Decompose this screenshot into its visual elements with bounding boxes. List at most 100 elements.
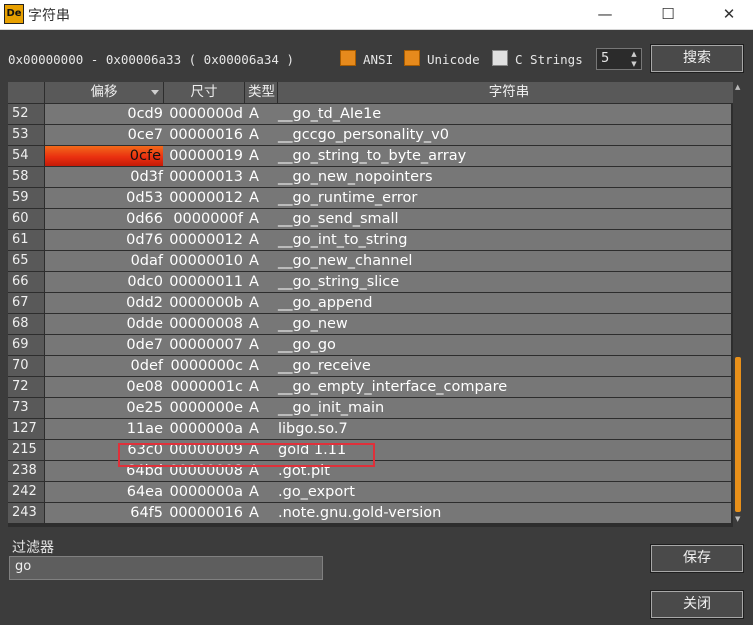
type-cell: A xyxy=(249,148,259,164)
row-data[interactable]: 0ce7 00000016 A __gccgo_personality_v0 xyxy=(45,125,731,145)
close-button[interactable]: 关闭 xyxy=(650,590,744,619)
table-scrollbar[interactable]: ▲ ▼ xyxy=(733,82,744,527)
table-row[interactable]: 53 0ce7 00000016 A __gccgo_personality_v0 xyxy=(8,125,740,146)
string-cell: libgo.so.7 xyxy=(278,421,348,437)
type-cell: A xyxy=(249,337,259,353)
size-cell: 00000016 xyxy=(169,127,243,143)
save-button[interactable]: 保存 xyxy=(650,544,744,573)
column-header-index[interactable] xyxy=(8,82,45,103)
min-length-value[interactable]: 5 xyxy=(601,51,609,66)
offset-cell: 0dde xyxy=(126,316,163,332)
size-cell: 0000000d xyxy=(169,106,243,122)
address-range: 0x00000000 - 0x00006a33 ( 0x00006a34 ) xyxy=(8,52,294,67)
offset-cell: 0d76 xyxy=(126,232,163,248)
ansi-checkbox[interactable] xyxy=(340,50,356,66)
row-data[interactable]: 0e25 0000000e A __go_init_main xyxy=(45,398,731,418)
type-cell: A xyxy=(249,274,259,290)
size-cell: 00000016 xyxy=(169,505,243,521)
table-row[interactable]: 72 0e08 0000001c A __go_empty_interface_comp… xyxy=(8,377,740,398)
size-cell: 00000019 xyxy=(169,148,243,164)
row-index: 52 xyxy=(8,104,44,124)
scrollbar-thumb[interactable] xyxy=(735,357,741,512)
offset-cell: 0d3f xyxy=(130,169,163,185)
row-data[interactable]: 64ea 0000000a A .go_export xyxy=(45,482,731,502)
row-index: 238 xyxy=(8,461,44,481)
string-cell: __go_send_small xyxy=(278,211,399,227)
table-row[interactable]: 61 0d76 00000012 A __go_int_to_string xyxy=(8,230,740,251)
column-header-type[interactable]: 类型 xyxy=(245,82,278,103)
table-row[interactable]: 73 0e25 0000000e A __go_init_main xyxy=(8,398,740,419)
search-button[interactable]: 搜索 xyxy=(650,44,744,73)
spinner-up-icon[interactable]: ▲ xyxy=(627,49,641,59)
string-cell: __go_string_slice xyxy=(278,274,400,290)
table-row[interactable]: 65 0daf 00000010 A __go_new_channel xyxy=(8,251,740,272)
table-header: 偏移 尺寸 类型 字符串 xyxy=(8,82,740,103)
c-strings-label: C Strings xyxy=(515,52,583,67)
row-data[interactable]: 0de7 00000007 A __go_go xyxy=(45,335,731,355)
row-index: 242 xyxy=(8,482,44,502)
table-row[interactable]: 70 0def 0000000c A __go_receive xyxy=(8,356,740,377)
table-row[interactable]: 58 0d3f 00000013 A __go_new_nopointers xyxy=(8,167,740,188)
size-cell: 0000000c xyxy=(170,358,243,374)
spinner-down-icon[interactable]: ▼ xyxy=(627,59,641,69)
table-row[interactable]: 68 0dde 00000008 A __go_new xyxy=(8,314,740,335)
column-header-size[interactable]: 尺寸 xyxy=(164,82,245,103)
offset-cell: 64f5 xyxy=(130,505,163,521)
string-cell: __go_new_channel xyxy=(278,253,413,269)
table-row[interactable]: 243 64f5 00000016 A .note.gnu.gold-version xyxy=(8,503,740,524)
row-data[interactable]: 0d3f 00000013 A __go_new_nopointers xyxy=(45,167,731,187)
row-data[interactable]: 0dc0 00000011 A __go_string_slice xyxy=(45,272,731,292)
filter-input[interactable]: go xyxy=(9,556,323,580)
table-row[interactable]: 66 0dc0 00000011 A __go_string_slice xyxy=(8,272,740,293)
size-cell: 00000011 xyxy=(169,274,243,290)
row-index: 59 xyxy=(8,188,44,208)
table-row[interactable]: 60 0d66 0000000f A __go_send_small xyxy=(8,209,740,230)
minimize-button[interactable]: — xyxy=(582,0,628,28)
type-cell: A xyxy=(249,190,259,206)
row-data[interactable]: 0daf 00000010 A __go_new_channel xyxy=(45,251,731,271)
min-length-spinner[interactable]: 5 ▲ ▼ xyxy=(596,48,642,70)
unicode-checkbox[interactable] xyxy=(404,50,420,66)
close-window-button[interactable]: ✕ xyxy=(706,0,752,28)
row-data[interactable]: 0d53 00000012 A __go_runtime_error xyxy=(45,188,731,208)
table-row[interactable]: 54 0cfe 00000019 A __go_string_to_byte_array xyxy=(8,146,740,167)
offset-cell: 0de7 xyxy=(126,337,163,353)
c-strings-checkbox[interactable] xyxy=(492,50,508,66)
scroll-down-icon[interactable]: ▼ xyxy=(735,515,740,523)
string-cell: __go_append xyxy=(278,295,373,311)
row-data[interactable]: 11ae 0000000a Alibgo.so.7 xyxy=(45,419,731,439)
row-data[interactable]: 0dd2 0000000b A __go_append xyxy=(45,293,731,313)
type-cell: A xyxy=(249,295,259,311)
row-data[interactable]: 0d76 00000012 A __go_int_to_string xyxy=(45,230,731,250)
row-data[interactable]: 0cfe 00000019 A __go_string_to_byte_array xyxy=(45,146,731,166)
row-data[interactable]: 0def 0000000c A __go_receive xyxy=(45,356,731,376)
column-header-string[interactable]: 字符串 xyxy=(278,82,740,103)
maximize-button[interactable]: ☐ xyxy=(645,0,691,28)
sort-down-icon xyxy=(151,90,159,95)
unicode-label: Unicode xyxy=(427,52,480,67)
table-row[interactable]: 69 0de7 00000007 A __go_go xyxy=(8,335,740,356)
row-data[interactable]: 0d66 0000000f A __go_send_small xyxy=(45,209,731,229)
row-data[interactable]: 0dde 00000008 A __go_new xyxy=(45,314,731,334)
size-cell: 0000000b xyxy=(169,295,243,311)
column-header-offset[interactable]: 偏移 xyxy=(45,82,164,103)
window-title: 字符串 xyxy=(28,8,70,24)
table-row[interactable]: 52 0cd9 0000000d A __go_td_AIe1e xyxy=(8,104,740,125)
type-cell: A xyxy=(249,232,259,248)
table-row[interactable]: 67 0dd2 0000000b A __go_append xyxy=(8,293,740,314)
row-data[interactable]: 0cd9 0000000d A __go_td_AIe1e xyxy=(45,104,731,124)
filter-label: 过滤器 xyxy=(12,540,54,556)
table-row[interactable]: 242 64ea 0000000a A .go_export xyxy=(8,482,740,503)
row-index: 73 xyxy=(8,398,44,418)
scroll-up-icon[interactable]: ▲ xyxy=(735,83,740,91)
table-row[interactable]: 127 11ae 0000000a Alibgo.so.7 xyxy=(8,419,740,440)
title-bar: De 字符串 — ☐ ✕ xyxy=(0,0,753,30)
offset-cell: 0cd9 xyxy=(127,106,163,122)
size-cell: 0000000a xyxy=(169,421,243,437)
table-row[interactable]: 59 0d53 00000012 A __go_runtime_error xyxy=(8,188,740,209)
type-cell: A xyxy=(249,505,259,521)
row-data[interactable]: 0e08 0000001c A __go_empty_interface_compar… xyxy=(45,377,731,397)
row-data[interactable]: 64f5 00000016 A .note.gnu.gold-version xyxy=(45,503,731,523)
string-cell: __go_new_nopointers xyxy=(278,169,433,185)
string-cell: __go_go xyxy=(278,337,336,353)
